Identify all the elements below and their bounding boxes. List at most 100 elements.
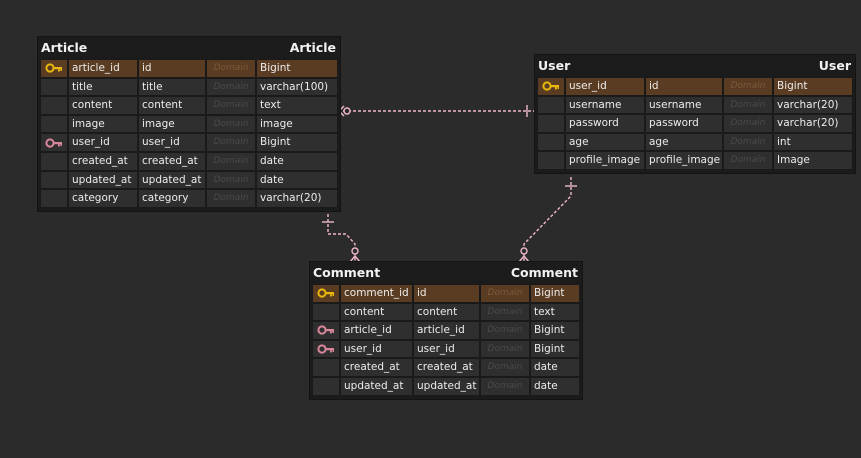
entity-title-logical: User (538, 57, 571, 73)
foreign-key-icon (45, 138, 62, 148)
attribute-row[interactable]: profile_image profile_image Domain Image (537, 151, 853, 170)
key-cell (40, 114, 68, 134)
physical-name-cell: content (138, 96, 206, 115)
domain-cell: Domain (206, 170, 256, 190)
physical-name-cell: content (413, 302, 480, 322)
entity-comment[interactable]: Comment Comment comment_id id Domain Bigint c… (310, 262, 582, 399)
logical-name-cell: comment_id (340, 284, 413, 303)
primary-key-icon (542, 81, 559, 91)
attribute-row[interactable]: user_id user_id Domain Bigint (40, 133, 338, 152)
attribute-row[interactable]: username username Domain varchar(20) (537, 95, 853, 115)
physical-name-cell: password (645, 114, 723, 133)
key-cell (537, 77, 565, 96)
physical-name-cell: category (138, 189, 206, 208)
logical-name-cell: title (68, 77, 138, 97)
key-cell (312, 376, 340, 396)
logical-name-cell: user_id (340, 339, 413, 359)
data-type-cell: Bigint (773, 77, 853, 96)
primary-key-icon (317, 288, 334, 298)
logical-name-cell: age (565, 132, 645, 152)
data-type-cell: date (256, 151, 338, 171)
attribute-row[interactable]: password password Domain varchar(20) (537, 114, 853, 133)
data-type-cell: text (256, 96, 338, 115)
physical-name-cell: created_at (138, 151, 206, 171)
data-type-cell: Bigint (256, 59, 338, 78)
entity-header[interactable]: Comment Comment (310, 262, 582, 282)
physical-name-cell: image (138, 114, 206, 134)
entity-title-logical: Article (41, 39, 88, 55)
attribute-row[interactable]: article_id article_id Domain Bigint (312, 321, 580, 340)
diagram-canvas[interactable]: Article Article article_id id Domain Bigint t… (0, 0, 861, 458)
logical-name-cell: category (68, 189, 138, 208)
relationship-article-comment[interactable] (322, 214, 361, 263)
physical-name-cell: updated_at (138, 170, 206, 190)
domain-cell: Domain (480, 321, 530, 340)
attribute-row[interactable]: user_id user_id Domain Bigint (312, 339, 580, 359)
entity-title-logical: Comment (313, 264, 381, 280)
relationship-user-article[interactable] (338, 105, 535, 117)
logical-name-cell: password (565, 114, 645, 133)
data-type-cell: varchar(20) (256, 189, 338, 208)
key-cell (312, 284, 340, 303)
attribute-row[interactable]: content content Domain text (40, 96, 338, 115)
entity-header[interactable]: Article Article (38, 37, 340, 57)
entity-attributes: user_id id Domain Bigint username username Dom… (535, 75, 855, 173)
logical-name-cell: article_id (340, 321, 413, 340)
domain-cell: Domain (206, 151, 256, 171)
logical-name-cell: article_id (68, 59, 138, 78)
domain-cell: Domain (723, 151, 773, 170)
attribute-row[interactable]: image image Domain image (40, 114, 338, 134)
attribute-row[interactable]: updated_at updated_at Domain date (312, 376, 580, 396)
logical-name-cell: user_id (68, 133, 138, 152)
data-type-cell: Bigint (530, 321, 580, 340)
entity-attributes: comment_id id Domain Bigint content content Do… (310, 282, 582, 399)
data-type-cell: date (256, 170, 338, 190)
logical-name-cell: content (340, 302, 413, 322)
domain-cell: Domain (206, 189, 256, 208)
data-type-cell: text (530, 302, 580, 322)
key-cell (537, 151, 565, 170)
entity-article[interactable]: Article Article article_id id Domain Bigint t… (38, 37, 340, 211)
entity-title-physical: Article (289, 39, 336, 55)
domain-cell: Domain (723, 132, 773, 152)
attribute-row[interactable]: created_at created_at Domain date (312, 358, 580, 377)
logical-name-cell: profile_image (565, 151, 645, 170)
logical-name-cell: username (565, 95, 645, 115)
attribute-row[interactable]: title title Domain varchar(100) (40, 77, 338, 97)
logical-name-cell: updated_at (68, 170, 138, 190)
relationship-user-comment[interactable] (518, 177, 577, 263)
attribute-row[interactable]: age age Domain int (537, 132, 853, 152)
domain-cell: Domain (206, 59, 256, 78)
physical-name-cell: title (138, 77, 206, 97)
attribute-row[interactable]: article_id id Domain Bigint (40, 59, 338, 78)
entity-header[interactable]: User User (535, 55, 855, 75)
physical-name-cell: updated_at (413, 376, 480, 396)
logical-name-cell: user_id (565, 77, 645, 96)
physical-name-cell: created_at (413, 358, 480, 377)
key-cell (40, 170, 68, 190)
entity-user[interactable]: User User user_id id Domain Bigint username us… (535, 55, 855, 173)
domain-cell: Domain (723, 114, 773, 133)
domain-cell: Domain (480, 376, 530, 396)
attribute-row[interactable]: comment_id id Domain Bigint (312, 284, 580, 303)
data-type-cell: Image (773, 151, 853, 170)
attribute-row[interactable]: user_id id Domain Bigint (537, 77, 853, 96)
data-type-cell: int (773, 132, 853, 152)
logical-name-cell: created_at (68, 151, 138, 171)
key-cell (40, 59, 68, 78)
key-cell (537, 95, 565, 115)
attribute-row[interactable]: updated_at updated_at Domain date (40, 170, 338, 190)
data-type-cell: date (530, 358, 580, 377)
attribute-row[interactable]: category category Domain varchar(20) (40, 189, 338, 208)
physical-name-cell: profile_image (645, 151, 723, 170)
attribute-row[interactable]: content content Domain text (312, 302, 580, 322)
key-cell (537, 132, 565, 152)
attribute-row[interactable]: created_at created_at Domain date (40, 151, 338, 171)
physical-name-cell: article_id (413, 321, 480, 340)
data-type-cell: Bigint (530, 339, 580, 359)
entity-title-physical: User (818, 57, 851, 73)
data-type-cell: Bigint (256, 133, 338, 152)
key-cell (40, 189, 68, 208)
logical-name-cell: created_at (340, 358, 413, 377)
data-type-cell: date (530, 376, 580, 396)
